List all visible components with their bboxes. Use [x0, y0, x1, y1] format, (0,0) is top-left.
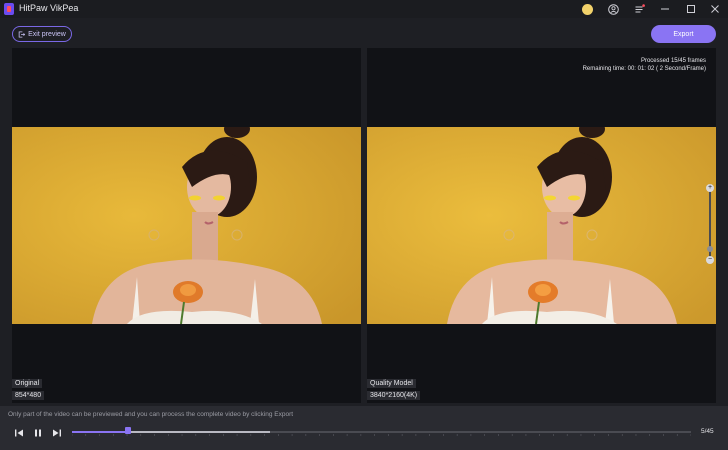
timeline-slider[interactable] [72, 427, 691, 436]
user-icon[interactable] [606, 2, 620, 16]
pause-icon [35, 429, 41, 437]
app-logo-icon [4, 3, 14, 15]
zoom-in-button[interactable]: + [706, 184, 714, 192]
exit-icon [18, 30, 26, 38]
portrait-image [367, 127, 716, 324]
previous-frame-button[interactable] [13, 427, 25, 439]
playback-bar: Only part of the video can be previewed … [0, 406, 728, 450]
zoom-out-button[interactable]: − [706, 256, 714, 264]
enhanced-resolution: 3840*2160(4K) [367, 391, 421, 400]
app-title: HitPaw VikPea [19, 3, 79, 13]
original-label: Original [12, 379, 43, 388]
processing-stats: Processed 15/45 frames Remaining time: 0… [583, 57, 706, 73]
frame-counter: 5/45 [701, 428, 714, 435]
zoom-slider-handle[interactable] [707, 246, 713, 252]
portrait-image [12, 127, 361, 324]
next-frame-icon [53, 429, 61, 437]
exit-preview-label: Exit preview [28, 30, 66, 38]
original-preview-panel: Original 854*480 [12, 48, 361, 403]
timeline-ticks [72, 434, 691, 436]
enhanced-video-frame [367, 127, 716, 324]
enhanced-preview-panel: Processed 15/45 frames Remaining time: 0… [367, 48, 716, 403]
gold-coin-icon[interactable] [580, 2, 594, 16]
menu-icon[interactable] [632, 2, 646, 16]
title-bar: HitPaw VikPea [0, 0, 728, 18]
maximize-icon[interactable] [684, 2, 698, 16]
minimize-icon[interactable] [658, 2, 672, 16]
original-video-frame [12, 127, 361, 324]
processed-frames-text: Processed 15/45 frames [640, 58, 706, 64]
pause-button[interactable] [32, 427, 44, 439]
export-button[interactable]: Export [651, 25, 716, 43]
preview-note: Only part of the video can be previewed … [8, 411, 294, 418]
exit-preview-button[interactable]: Exit preview [12, 26, 72, 42]
previous-frame-icon [15, 429, 23, 437]
next-frame-button[interactable] [51, 427, 63, 439]
close-icon[interactable] [708, 2, 722, 16]
remaining-time-text: Remaining time: 00: 01: 02 ( 2 Second/Fr… [582, 66, 706, 72]
original-resolution: 854*480 [12, 391, 45, 400]
quality-model-label: Quality Model [367, 379, 416, 388]
timeline-handle[interactable] [124, 427, 131, 434]
